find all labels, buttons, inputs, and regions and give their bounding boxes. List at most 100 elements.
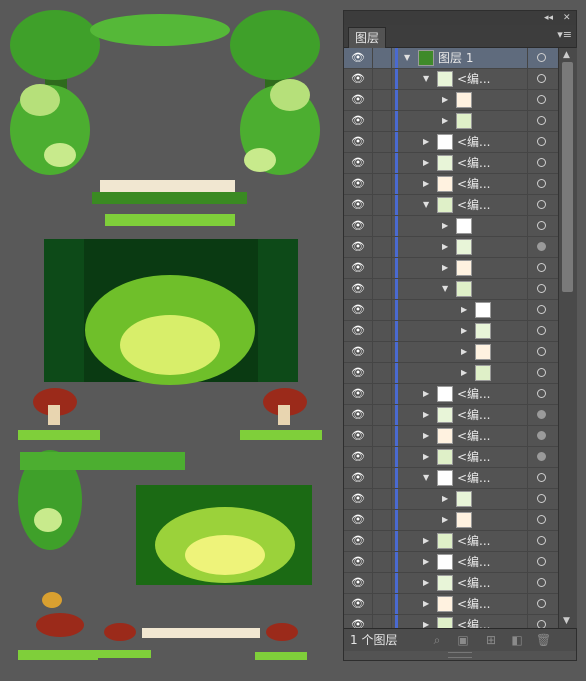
visibility-eye-icon[interactable]: 👁 — [349, 240, 367, 254]
visibility-eye-icon[interactable]: 👁 — [349, 177, 367, 191]
lock-toggle[interactable] — [372, 510, 392, 530]
expand-triangle-icon[interactable]: ▶ — [423, 598, 429, 610]
expand-triangle-icon[interactable]: ▶ — [423, 388, 429, 400]
layer-name[interactable]: <编... — [457, 387, 491, 401]
expand-triangle-icon[interactable]: ▶ — [423, 157, 429, 169]
sublayer-row[interactable]: 👁 ▶ — [344, 216, 558, 237]
target-cell[interactable] — [527, 69, 558, 89]
layer-name[interactable]: <编... — [457, 597, 491, 611]
mushroom-cluster-bottom-illustration[interactable] — [18, 592, 307, 660]
visibility-eye-icon[interactable]: 👁 — [349, 576, 367, 590]
sublayer-row[interactable]: 👁 ▶ <编... — [344, 594, 558, 615]
expand-triangle-icon[interactable]: ▶ — [442, 220, 448, 232]
target-circle-icon[interactable] — [537, 557, 546, 566]
target-circle-icon[interactable] — [537, 74, 546, 83]
expand-triangle-icon[interactable]: ▶ — [442, 262, 448, 274]
sublayer-row[interactable]: 👁 ▶ <编... — [344, 573, 558, 594]
expand-triangle-icon[interactable]: ▶ — [442, 241, 448, 253]
scroll-up-icon[interactable]: ▲ — [563, 50, 570, 60]
target-circle-icon[interactable] — [537, 284, 546, 293]
visibility-eye-icon[interactable]: 👁 — [349, 408, 367, 422]
target-circle-icon[interactable] — [537, 242, 546, 251]
layer-name[interactable]: <编... — [457, 72, 491, 86]
target-cell[interactable] — [527, 531, 558, 551]
sublayer-row[interactable]: 👁 ▶ — [344, 258, 558, 279]
expand-triangle-icon[interactable]: ▶ — [442, 514, 448, 526]
lock-toggle[interactable] — [372, 468, 392, 488]
expand-triangle-icon[interactable]: ▶ — [461, 325, 467, 337]
collapse-triangle-icon[interactable]: ▼ — [442, 283, 448, 295]
sublayer-row[interactable]: 👁 ▶ <编... — [344, 531, 558, 552]
visibility-eye-icon[interactable]: 👁 — [349, 366, 367, 380]
target-cell[interactable] — [527, 510, 558, 530]
target-circle-icon[interactable] — [537, 578, 546, 587]
lock-toggle[interactable] — [372, 279, 392, 299]
expand-triangle-icon[interactable]: ▶ — [423, 556, 429, 568]
panel-menu-icon[interactable]: ▾≡ — [557, 29, 572, 41]
target-circle-icon[interactable] — [537, 263, 546, 272]
target-circle-icon[interactable] — [537, 452, 546, 461]
target-circle-icon[interactable] — [537, 389, 546, 398]
target-cell[interactable] — [527, 279, 558, 299]
target-cell[interactable] — [527, 594, 558, 614]
target-circle-icon[interactable] — [537, 305, 546, 314]
glowing-forest-scene-small[interactable] — [136, 485, 312, 585]
sublayer-row[interactable]: 👁 ▶ — [344, 300, 558, 321]
sublayer-row[interactable]: 👁 ▶ — [344, 111, 558, 132]
target-cell[interactable] — [527, 258, 558, 278]
lock-toggle[interactable] — [372, 111, 392, 131]
sublayer-row[interactable]: 👁 ▶ <编... — [344, 384, 558, 405]
target-cell[interactable] — [527, 384, 558, 404]
sublayer-row[interactable]: 👁 ▶ — [344, 510, 558, 531]
lock-toggle[interactable] — [372, 153, 392, 173]
target-cell[interactable] — [527, 48, 558, 68]
locate-object-icon[interactable]: ⌕ — [430, 633, 444, 647]
visibility-eye-icon[interactable]: 👁 — [349, 72, 367, 86]
sublayer-row[interactable]: 👁 ▼ <编... — [344, 69, 558, 90]
sublayer-row[interactable]: 👁 ▶ — [344, 90, 558, 111]
target-circle-icon[interactable] — [537, 599, 546, 608]
lock-toggle[interactable] — [372, 342, 392, 362]
forest-arch-illustration[interactable] — [10, 10, 320, 175]
tab-layers[interactable]: 图层 — [348, 27, 387, 48]
target-circle-icon[interactable] — [537, 410, 546, 419]
lock-toggle[interactable] — [372, 300, 392, 320]
double-chevron-left-icon[interactable]: ◂◂ — [544, 12, 553, 24]
panel-title-bar[interactable]: ◂◂ ✕ — [344, 11, 576, 25]
layer-name[interactable]: <编... — [457, 408, 491, 422]
layer-name[interactable]: 图层 1 — [438, 51, 473, 65]
target-cell[interactable] — [527, 573, 558, 593]
target-circle-icon[interactable] — [537, 368, 546, 377]
target-cell[interactable] — [527, 447, 558, 467]
layer-name[interactable]: <编... — [457, 135, 491, 149]
visibility-eye-icon[interactable]: 👁 — [349, 387, 367, 401]
visibility-eye-icon[interactable]: 👁 — [349, 282, 367, 296]
target-circle-icon[interactable] — [537, 200, 546, 209]
layer-name[interactable]: <编... — [457, 534, 491, 548]
target-cell[interactable] — [527, 615, 558, 628]
layer-name[interactable]: <编... — [457, 471, 491, 485]
layer-name[interactable]: <编... — [457, 429, 491, 443]
visibility-eye-icon[interactable]: 👁 — [349, 303, 367, 317]
target-cell[interactable] — [527, 321, 558, 341]
target-circle-icon[interactable] — [537, 95, 546, 104]
layer-name[interactable]: <编... — [457, 177, 491, 191]
visibility-eye-icon[interactable]: 👁 — [349, 114, 367, 128]
visibility-eye-icon[interactable]: 👁 — [349, 135, 367, 149]
lock-toggle[interactable] — [372, 489, 392, 509]
scrollbar-thumb[interactable] — [562, 62, 573, 292]
sublayer-row[interactable]: 👁 ▼ — [344, 279, 558, 300]
lock-toggle[interactable] — [372, 321, 392, 341]
collapse-triangle-icon[interactable]: ▼ — [404, 52, 410, 64]
target-cell[interactable] — [527, 111, 558, 131]
sublayer-row[interactable]: 👁 ▼ <编... — [344, 468, 558, 489]
target-cell[interactable] — [527, 195, 558, 215]
target-circle-icon[interactable] — [537, 326, 546, 335]
sublayer-row[interactable]: 👁 ▶ <编... — [344, 447, 558, 468]
sublayer-row[interactable]: 👁 ▶ <编... — [344, 174, 558, 195]
layer-name[interactable]: <编... — [457, 450, 491, 464]
layer-row[interactable]: 👁 ▼ 图层 1 — [344, 48, 558, 69]
sublayer-row[interactable]: 👁 ▶ — [344, 321, 558, 342]
target-circle-icon[interactable] — [537, 347, 546, 356]
expand-triangle-icon[interactable]: ▶ — [461, 367, 467, 379]
